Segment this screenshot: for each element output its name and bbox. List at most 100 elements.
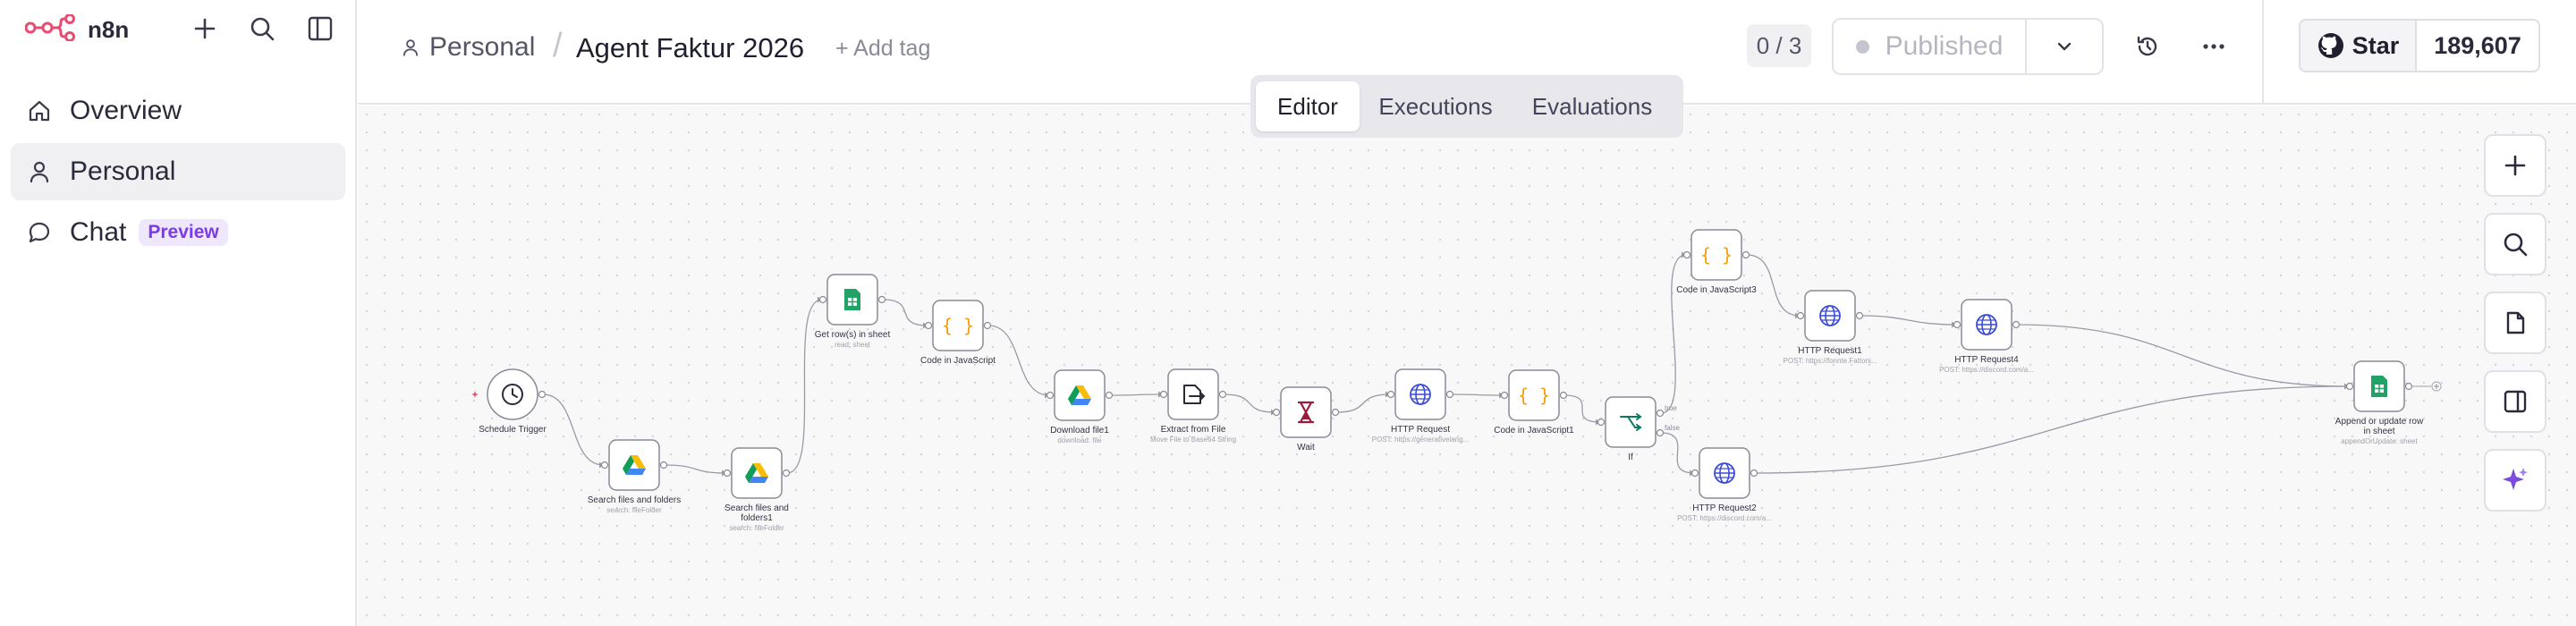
publish-button[interactable]: Published	[1834, 20, 2027, 73]
output-port[interactable]	[983, 321, 992, 330]
workflow-node[interactable]: HTTP Request1POST: https://fonnte.Fatton…	[1784, 290, 1877, 365]
input-port[interactable]	[1159, 390, 1168, 399]
workflow-node[interactable]: Get row(s) in sheetread: sheet	[815, 274, 891, 349]
output-port[interactable]	[659, 461, 668, 470]
input-port[interactable]	[1953, 320, 1962, 329]
connection-line[interactable]	[882, 299, 928, 326]
workflow-node[interactable]: HTTP Request2POST: https://discord.com/a…	[1677, 447, 1772, 522]
node-box[interactable]	[1054, 369, 1106, 421]
connection-line[interactable]	[1223, 393, 1276, 413]
workflow-node[interactable]: Download file1download: file	[1046, 369, 1114, 444]
workflow-node[interactable]: true false If	[1597, 396, 1681, 462]
add-sticky-note-button[interactable]	[2484, 292, 2546, 354]
workflow-node[interactable]: Search files and folderssearch: fileFold…	[588, 439, 682, 514]
output-port[interactable]	[538, 390, 547, 399]
search-icon[interactable]	[246, 13, 278, 45]
home-icon	[25, 97, 54, 125]
input-port[interactable]	[818, 295, 827, 304]
output-port[interactable]	[1218, 390, 1227, 399]
connection-line[interactable]	[1754, 385, 2350, 474]
output-port[interactable]	[1855, 311, 1864, 320]
output-port[interactable]	[782, 469, 791, 478]
connection-line[interactable]	[2016, 324, 2350, 387]
workflow-node[interactable]: Schedule Trigger	[471, 368, 547, 435]
workflow-node[interactable]: { } Code in JavaScript3	[1676, 229, 1757, 295]
tab-evaluations[interactable]: Evaluations	[1512, 81, 1673, 131]
status-dot	[1855, 39, 1869, 54]
input-port[interactable]	[1690, 469, 1699, 478]
connection-line[interactable]	[1860, 315, 1957, 326]
input-port[interactable]	[1386, 390, 1395, 399]
node-name: HTTP Request	[1391, 425, 1450, 435]
output-port[interactable]	[1445, 390, 1454, 399]
input-port[interactable]	[1682, 250, 1691, 259]
sidebar-item-overview[interactable]: Overview	[11, 82, 345, 140]
search-icon	[2502, 231, 2529, 258]
output-port[interactable]	[2012, 320, 2021, 329]
input-port[interactable]	[723, 469, 732, 478]
output-port[interactable]	[1750, 469, 1758, 478]
connection-line[interactable]	[1109, 393, 1164, 396]
node-box[interactable]	[608, 439, 660, 491]
output-port[interactable]	[1656, 428, 1665, 437]
ai-assistant-button[interactable]	[2484, 449, 2546, 512]
connection-line[interactable]	[1335, 393, 1391, 413]
workflow-node[interactable]: { } Code in JavaScript1	[1494, 369, 1574, 436]
connection-line[interactable]	[1660, 254, 1687, 414]
tab-executions[interactable]: Executions	[1360, 81, 1512, 131]
input-port[interactable]	[1046, 391, 1055, 400]
node-subtitle: download: file	[1058, 436, 1102, 444]
output-port[interactable]	[1656, 409, 1665, 418]
output-port[interactable]	[1741, 250, 1750, 259]
workflow-title[interactable]: Agent Faktur 2026	[576, 32, 804, 64]
github-star-count[interactable]: 189,607	[2417, 21, 2538, 71]
connection-line[interactable]	[664, 464, 727, 474]
breadcrumb-project-label: Personal	[429, 32, 536, 62]
output-port[interactable]	[1105, 391, 1114, 400]
input-port[interactable]	[924, 321, 933, 330]
workflow-node[interactable]: HTTP Request4POST: https://discord.com/a…	[1939, 299, 2034, 374]
output-port[interactable]	[1559, 391, 1568, 400]
connection-line[interactable]	[1660, 432, 1695, 474]
workflow-node[interactable]: { } Code in JavaScript	[920, 300, 996, 366]
toggle-panel-button[interactable]	[2484, 370, 2546, 433]
search-nodes-button[interactable]	[2484, 213, 2546, 275]
connection-line[interactable]	[786, 299, 823, 474]
connection-line[interactable]	[542, 393, 605, 466]
brand[interactable]: n8n	[24, 13, 129, 45]
sidebar-item-personal[interactable]: Personal	[11, 143, 345, 200]
connection-line[interactable]	[1563, 394, 1601, 423]
input-port[interactable]	[1796, 311, 1805, 320]
workflow-node[interactable]: Append or update row in sheetappendOrUpda…	[2335, 360, 2442, 445]
breadcrumb-project[interactable]: Personal	[401, 32, 535, 63]
workflow-node[interactable]: HTTP RequestPOST: https://generativelang…	[1372, 368, 1470, 444]
github-star-button[interactable]: Star	[2301, 21, 2417, 71]
input-port[interactable]	[1500, 391, 1509, 400]
sidebar-item-chat[interactable]: Chat Preview	[11, 204, 345, 261]
connection-line[interactable]	[987, 325, 1050, 396]
connection-line[interactable]	[1450, 393, 1504, 396]
history-icon[interactable]	[2131, 30, 2164, 63]
output-port[interactable]	[877, 295, 886, 304]
input-port[interactable]	[2345, 382, 2354, 391]
add-tag-button[interactable]: + Add tag	[835, 36, 930, 62]
input-port[interactable]	[1272, 408, 1281, 417]
input-port[interactable]	[1597, 418, 1606, 427]
sidebar-item-label: Chat	[70, 217, 127, 247]
add-node-button[interactable]	[2484, 134, 2546, 197]
node-box[interactable]	[731, 447, 783, 499]
workflow-node[interactable]: Search files and folders1search: fileFold…	[723, 447, 791, 532]
workflow-node[interactable]: Extract from FileMove File to Base64 Str…	[1150, 368, 1236, 444]
publish-dropdown-button[interactable]	[2027, 20, 2102, 73]
add-icon[interactable]	[189, 13, 221, 45]
node-box[interactable]	[1167, 368, 1219, 420]
node-name: Wait	[1297, 443, 1315, 453]
output-port[interactable]	[2404, 382, 2413, 391]
workflow-node[interactable]: Wait	[1272, 386, 1340, 453]
output-port[interactable]	[1331, 408, 1340, 417]
sticky-note-icon	[2503, 310, 2528, 335]
collapse-sidebar-icon[interactable]	[304, 13, 336, 45]
tab-editor[interactable]: Editor	[1256, 81, 1360, 131]
more-options-icon[interactable]	[2198, 30, 2230, 63]
input-port[interactable]	[600, 461, 609, 470]
